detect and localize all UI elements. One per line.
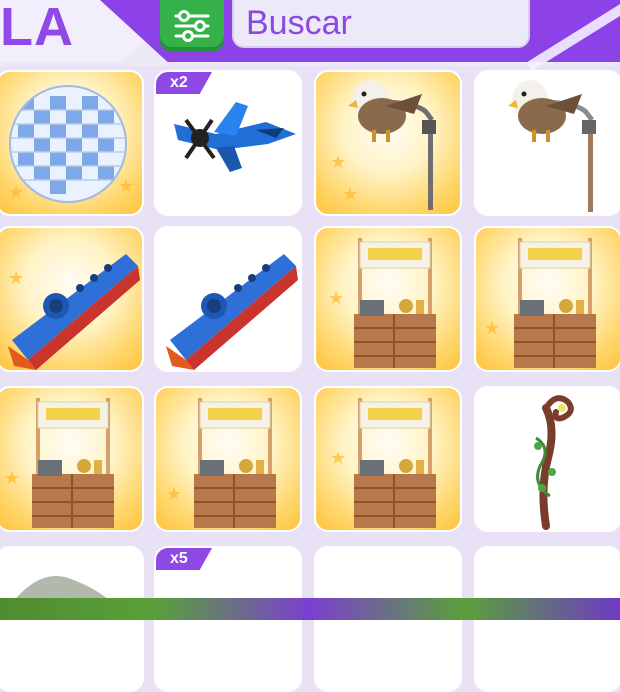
lemonade-stand-icon	[32, 398, 114, 528]
inventory-header: LA	[0, 0, 620, 72]
item-card-airplane[interactable]: x2	[154, 70, 302, 216]
item-card-griffin-lamp[interactable]: ★ ★	[314, 70, 462, 216]
item-card-disco-ball[interactable]: ★ ★	[0, 70, 144, 216]
item-card-lemonade-stand[interactable]: ★	[0, 386, 144, 532]
vine-staff-icon	[534, 395, 574, 530]
item-card-lemonade-stand[interactable]: ★	[474, 226, 620, 372]
lemonade-stand-icon	[194, 398, 276, 528]
item-card-lemonade-stand[interactable]: ★	[314, 386, 462, 532]
item-card-lemonade-stand[interactable]: ★	[314, 226, 462, 372]
bottom-scene-strip	[0, 598, 620, 620]
item-card-staff[interactable]	[474, 386, 620, 532]
quantity-badge: x5	[156, 548, 212, 570]
sliders-icon	[172, 9, 212, 43]
filter-button[interactable]	[160, 0, 224, 52]
search-input[interactable]	[232, 0, 530, 48]
griffin-lamp-icon	[508, 80, 596, 212]
item-card-griffin-lamp[interactable]	[474, 70, 620, 216]
griffin-lamp-icon	[348, 80, 436, 210]
item-card-kazoo[interactable]: ★	[0, 226, 144, 372]
page-title: LA	[0, 0, 74, 57]
item-card-kazoo[interactable]	[154, 226, 302, 372]
lemonade-stand-icon	[514, 238, 596, 368]
kazoo-icon	[8, 254, 140, 370]
item-card-lemonade-stand[interactable]: ★	[154, 386, 302, 532]
kazoo-icon	[166, 254, 298, 370]
